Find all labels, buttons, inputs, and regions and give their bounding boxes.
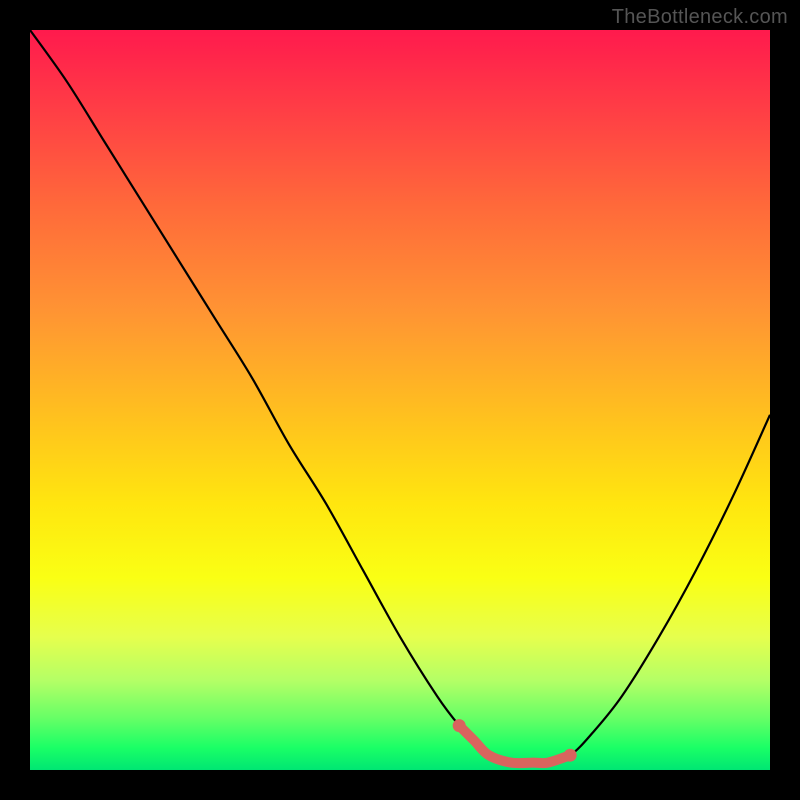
highlight-end-dot xyxy=(564,749,577,762)
highlight-band xyxy=(459,726,570,764)
highlight-start-dot xyxy=(453,719,466,732)
chart-frame: TheBottleneck.com xyxy=(0,0,800,800)
curve-svg xyxy=(30,30,770,770)
bottleneck-curve xyxy=(30,30,770,763)
plot-area xyxy=(30,30,770,770)
watermark-label: TheBottleneck.com xyxy=(612,6,788,29)
